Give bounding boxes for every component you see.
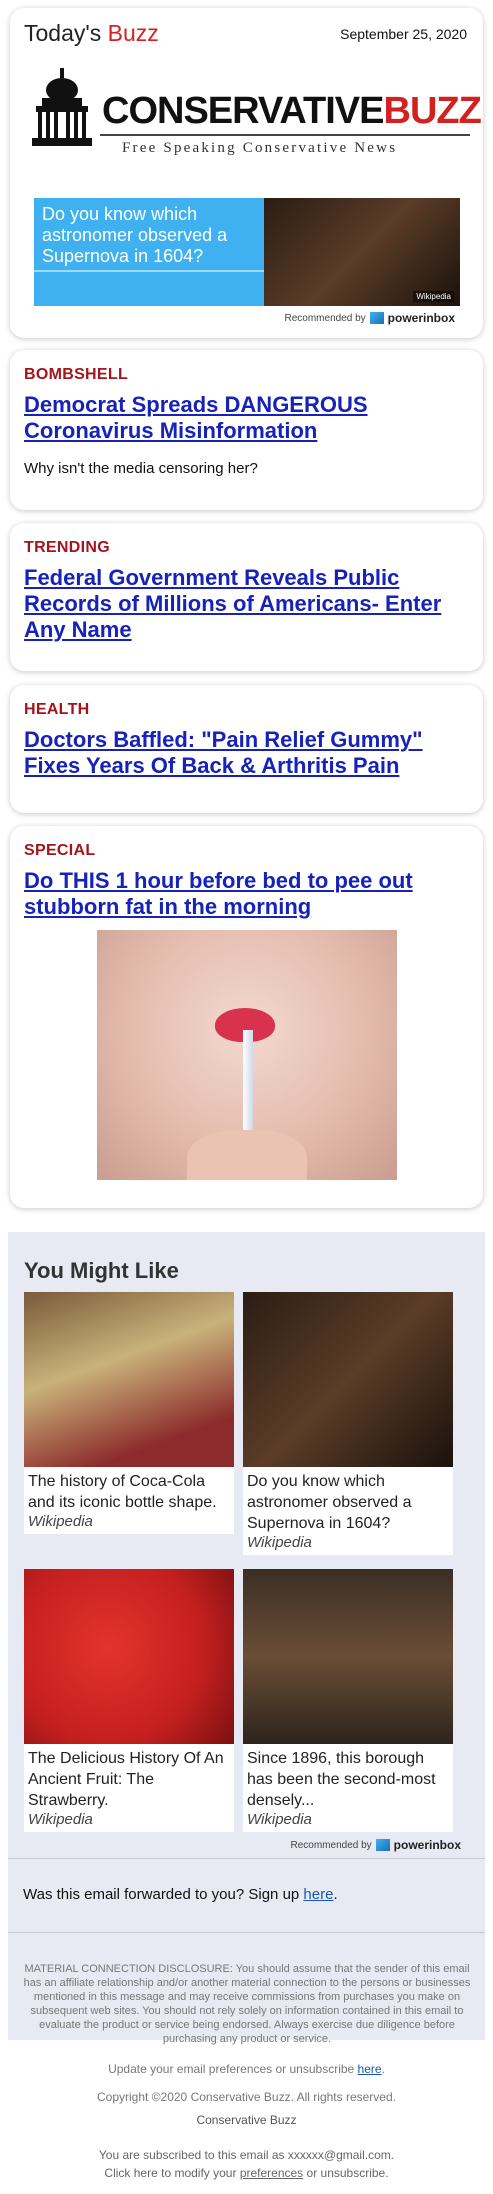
article-subtext: Why isn't the media censoring her?	[24, 460, 258, 477]
tile-caption: Since 1896, this borough has been the se…	[247, 1750, 436, 1809]
article-card: HEALTH Doctors Baffled: "Pain Relief Gum…	[10, 685, 483, 813]
tile-image	[243, 1569, 453, 1744]
tile-caption: The Delicious History Of An Ancient Frui…	[28, 1750, 224, 1809]
preferences-link[interactable]: preferences	[240, 2166, 303, 2180]
powerinbox-label: powerinbox	[387, 311, 455, 325]
issue-date: September 25, 2020	[340, 26, 467, 42]
article-image[interactable]	[96, 930, 397, 1180]
update-text: Update your email preferences or unsubsc…	[108, 2062, 358, 2076]
forward-notice: Was this email forwarded to you? Sign up…	[23, 1886, 338, 1903]
section-title: You Might Like	[24, 1258, 179, 1283]
logo-word-conservative: CONSERVATIVE	[102, 90, 384, 132]
ad-divider	[34, 270, 266, 272]
email-page: Today's Buzz September 25, 2020 CONSERVA…	[0, 0, 493, 2194]
article-headline-link[interactable]: Federal Government Reveals Public Record…	[24, 565, 469, 643]
finger-shape	[186, 1130, 307, 1180]
tile-image	[24, 1292, 234, 1467]
recommendation-tile[interactable]: The history of Coca-Cola and its iconic …	[24, 1292, 234, 1534]
article-headline-link[interactable]: Doctors Baffled: "Pain Relief Gummy" Fix…	[24, 727, 469, 779]
subscription-notice: You are subscribed to this email as xxxx…	[98, 2148, 395, 2162]
powerinbox-label: powerinbox	[393, 1838, 461, 1852]
modify-suffix: or unsubscribe.	[303, 2166, 389, 2180]
forward-text: Was this email forwarded to you? Sign up	[23, 1886, 304, 1903]
brand-suffix: Buzz	[107, 20, 159, 46]
divider	[8, 1858, 485, 1859]
tile-source: Wikipedia	[247, 1534, 312, 1551]
copyright: Copyright ©2020 Conservative Buzz. All r…	[97, 2090, 396, 2104]
tile-image	[24, 1569, 234, 1744]
sponsored-ad[interactable]: Do you know which astronomer observed a …	[34, 198, 460, 306]
ad-credit: Wikipedia	[413, 291, 454, 302]
modify-prefix: Click here to modify your	[104, 2166, 240, 2180]
capitol-icon	[32, 68, 92, 146]
ad-text: Do you know which astronomer observed a …	[42, 204, 228, 266]
tile-source: Wikipedia	[28, 1513, 93, 1530]
article-category: TRENDING	[24, 539, 110, 556]
recommended-by[interactable]: Recommended by powerinbox	[291, 1838, 462, 1852]
signup-link[interactable]: here	[303, 1886, 333, 1903]
recommended-by[interactable]: Recommended by powerinbox	[285, 311, 456, 325]
you-might-like-section: You Might Like The history of Coca-Cola …	[8, 1232, 485, 2076]
modify-preferences: Click here to modify your preferences or…	[0, 2166, 493, 2180]
article-category: HEALTH	[24, 701, 90, 718]
brand-title: Today's Buzz	[24, 20, 159, 47]
material-disclosure: MATERIAL CONNECTION DISCLOSURE: You shou…	[23, 1963, 471, 2045]
article-category: BOMBSHELL	[24, 366, 129, 383]
recommended-by-label: Recommended by	[290, 1839, 372, 1851]
divider	[8, 1932, 485, 1933]
powerinbox-icon	[369, 312, 384, 324]
recommendation-tile[interactable]: Do you know which astronomer observed a …	[243, 1292, 453, 1555]
article-headline-link[interactable]: Do THIS 1 hour before bed to pee out stu…	[24, 868, 469, 920]
recommendation-tile[interactable]: Since 1896, this borough has been the se…	[243, 1569, 453, 1832]
unsubscribe-link[interactable]: here	[358, 2062, 382, 2076]
tile-caption: Do you know which astronomer observed a …	[247, 1473, 412, 1532]
logo-rule	[100, 134, 470, 136]
brand-prefix: Today's	[24, 20, 108, 46]
powerinbox-icon	[375, 1839, 390, 1851]
article-card: SPECIAL Do THIS 1 hour before bed to pee…	[10, 826, 483, 1208]
conservative-buzz-logo[interactable]: CONSERVATIVEBUZZ Free Speaking Conservat…	[30, 68, 482, 168]
ad-image: Wikipedia	[264, 198, 460, 306]
tile-image	[243, 1292, 453, 1467]
tile-caption: The history of Coca-Cola and its iconic …	[28, 1473, 217, 1511]
article-card: BOMBSHELL Democrat Spreads DANGEROUS Cor…	[10, 350, 483, 510]
article-category: SPECIAL	[24, 842, 96, 859]
update-preferences: Update your email preferences or unsubsc…	[8, 2062, 485, 2076]
article-card: TRENDING Federal Government Reveals Publ…	[10, 523, 483, 671]
logo-word-buzz: BUZZ	[383, 90, 482, 132]
recommendation-tile[interactable]: The Delicious History Of An Ancient Frui…	[24, 1569, 234, 1832]
tile-source: Wikipedia	[247, 1811, 312, 1828]
footer-brand: Conservative Buzz	[196, 2113, 297, 2127]
article-headline-link[interactable]: Democrat Spreads DANGEROUS Coronavirus M…	[24, 392, 469, 444]
logo-wordmark: CONSERVATIVEBUZZ	[102, 90, 482, 133]
tile-source: Wikipedia	[28, 1811, 93, 1828]
recommended-by-label: Recommended by	[284, 312, 366, 324]
update-end: .	[381, 2062, 385, 2076]
forward-end: .	[333, 1886, 338, 1903]
header-card: Today's Buzz September 25, 2020 CONSERVA…	[10, 8, 483, 338]
logo-tagline: Free Speaking Conservative News	[122, 140, 398, 156]
